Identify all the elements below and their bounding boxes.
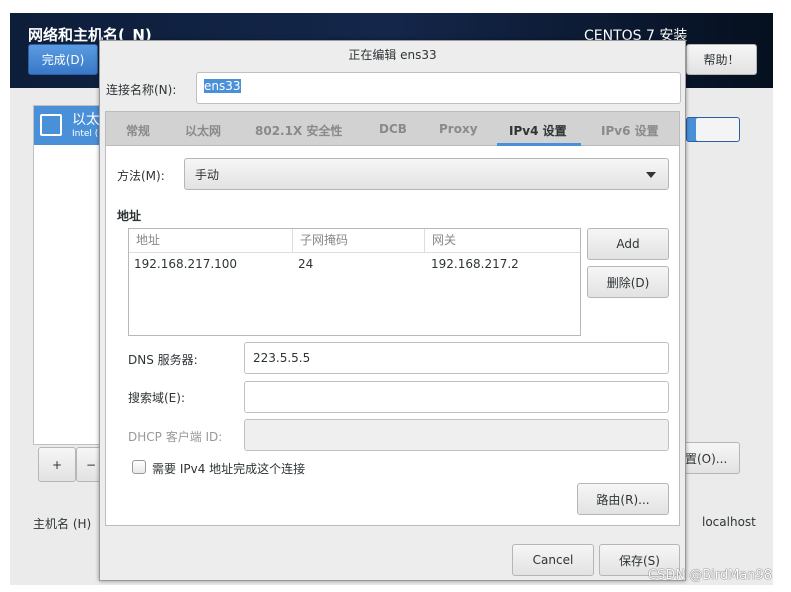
cell-address[interactable]: 192.168.217.100 <box>134 257 237 271</box>
method-value: 手动 <box>195 167 220 182</box>
method-label: 方法(M): <box>117 169 165 183</box>
cell-netmask[interactable]: 24 <box>298 257 313 271</box>
tab-dcb[interactable]: DCB <box>379 122 407 136</box>
device-desc: Intel ( <box>72 129 99 139</box>
routes-button[interactable]: 路由(R)... <box>577 483 669 515</box>
delete-address-button[interactable]: 删除(D) <box>587 266 669 298</box>
done-button[interactable]: 完成(D) <box>28 44 98 75</box>
column-header-gateway[interactable]: 网关 <box>425 229 580 253</box>
add-address-button[interactable]: Add <box>587 228 669 260</box>
search-domain-label: 搜索域(E): <box>128 391 185 405</box>
tab-proxy[interactable]: Proxy <box>439 122 478 136</box>
dialog-title: 正在编辑 ens33 <box>348 48 437 62</box>
hostname-label: 主机名 (H) <box>33 517 92 531</box>
tab-ipv6-settings[interactable]: IPv6 设置 <box>601 122 659 139</box>
cell-gateway[interactable]: 192.168.217.2 <box>431 257 519 271</box>
dhcp-client-id-input <box>244 419 669 451</box>
device-name: 以太 <box>72 112 100 128</box>
address-table[interactable]: 地址 子网掩码 网关 192.168.217.100 24 192.168.21… <box>128 228 581 336</box>
add-device-button[interactable]: + <box>38 447 76 482</box>
dns-label: DNS 服务器: <box>128 353 198 367</box>
watermark: CSDN @BirdMan98 <box>648 568 773 583</box>
tab-ipv4-settings[interactable]: IPv4 设置 <box>509 122 567 139</box>
cancel-button[interactable]: Cancel <box>512 544 594 576</box>
method-dropdown[interactable]: 手动 <box>184 158 669 190</box>
tab-8021x-security[interactable]: 802.1X 安全性 <box>255 122 342 139</box>
tab-bar: 常规 以太网 802.1X 安全性 DCB Proxy IPv4 设置 IPv6… <box>105 111 680 146</box>
tab-general[interactable]: 常规 <box>126 122 150 139</box>
help-button[interactable]: 帮助！ <box>686 44 757 75</box>
dhcp-client-id-label: DHCP 客户端 ID: <box>128 430 223 444</box>
require-ipv4-checkbox[interactable] <box>132 460 146 474</box>
address-heading: 地址 <box>117 209 142 223</box>
current-hostname: localhost <box>702 515 756 529</box>
list-item-ethernet[interactable]: 以太 Intel ( <box>34 106 104 145</box>
connection-name-label: 连接名称(N): <box>106 83 177 97</box>
column-header-netmask[interactable]: 子网掩码 <box>293 229 425 253</box>
connection-name-input[interactable]: ens33 <box>196 72 681 104</box>
dropdown-arrow-icon <box>646 172 656 183</box>
search-domain-input[interactable] <box>244 381 669 413</box>
configure-button[interactable]: 置(O)... <box>680 442 740 474</box>
tab-ethernet[interactable]: 以太网 <box>185 122 221 139</box>
ethernet-icon <box>40 114 62 136</box>
connection-name-value: ens33 <box>204 79 241 93</box>
device-toggle[interactable] <box>686 117 740 142</box>
require-ipv4-label[interactable]: 需要 IPv4 地址完成这个连接 <box>152 460 305 477</box>
dns-input[interactable]: 223.5.5.5 <box>244 342 669 374</box>
column-header-address[interactable]: 地址 <box>129 229 293 253</box>
